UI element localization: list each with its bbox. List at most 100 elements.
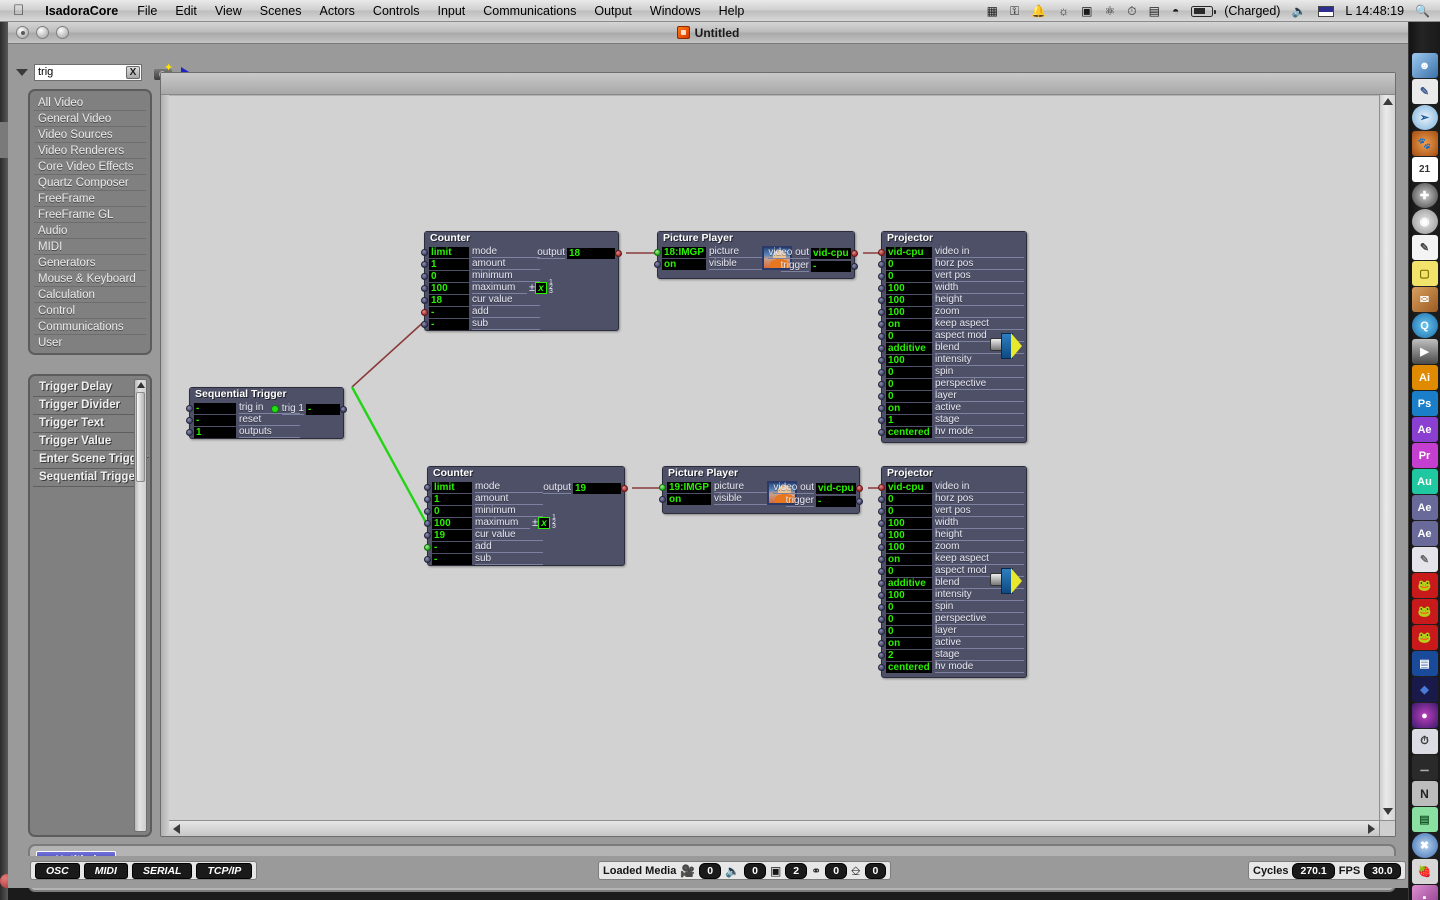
input-pin[interactable] xyxy=(424,555,431,563)
input-pin[interactable] xyxy=(878,296,885,304)
input-pin[interactable] xyxy=(424,519,431,527)
input-value[interactable]: 100 xyxy=(886,354,932,366)
output-pin[interactable] xyxy=(856,484,863,492)
input-value[interactable]: 0 xyxy=(886,390,932,402)
node-picture-player-bottom[interactable]: Picture Player 19:IMGP picture on visible … xyxy=(659,466,863,514)
input-pin[interactable] xyxy=(421,260,428,268)
output-pin[interactable] xyxy=(615,249,622,257)
input-pin[interactable] xyxy=(878,615,885,623)
input-value[interactable]: 100 xyxy=(886,541,932,553)
input-pin[interactable] xyxy=(878,344,885,352)
stickies-icon[interactable]: ▢ xyxy=(1411,261,1438,286)
output-pin[interactable] xyxy=(851,262,858,270)
input-value[interactable]: 0 xyxy=(886,493,932,505)
actor-category-list[interactable]: All Video General Video Video Sources Vi… xyxy=(28,89,152,355)
pink-app-icon[interactable]: ▪ xyxy=(1411,885,1438,900)
input-value[interactable]: 0 xyxy=(886,565,932,577)
input-pin[interactable] xyxy=(878,579,885,587)
category-mouse-keyboard[interactable]: Mouse & Keyboard xyxy=(34,271,146,287)
input-pin[interactable] xyxy=(878,651,885,659)
input-pin[interactable] xyxy=(186,416,193,424)
output-value[interactable]: 18 xyxy=(567,247,615,259)
input-pin[interactable] xyxy=(878,531,885,539)
input-pin[interactable] xyxy=(878,308,885,316)
bluetooth-icon[interactable]: ⚛ xyxy=(1098,0,1121,22)
input-value[interactable]: 0 xyxy=(886,601,932,613)
input-pin[interactable] xyxy=(421,272,428,280)
input-pin[interactable] xyxy=(424,531,431,539)
timer-icon[interactable]: ⏱ xyxy=(1411,729,1438,754)
output-pin[interactable] xyxy=(856,497,863,505)
canvas-horizontal-scrollbar[interactable] xyxy=(169,820,1379,836)
max-icon[interactable]: ▤ xyxy=(1411,651,1438,676)
input-value[interactable]: on xyxy=(886,553,932,565)
input-value[interactable]: vid-cpu xyxy=(886,481,932,493)
math-badge[interactable]: ± x 1 2 3 xyxy=(529,279,553,295)
menu-item-edit[interactable]: Edit xyxy=(166,4,206,18)
input-pin[interactable] xyxy=(878,567,885,575)
actor-list[interactable]: Trigger Delay Trigger Divider Trigger Te… xyxy=(28,374,152,837)
input-pin[interactable] xyxy=(878,507,885,515)
spreadsheet-icon[interactable]: ▤ xyxy=(1411,807,1438,832)
input-pin[interactable] xyxy=(878,428,885,436)
menu-item-actors[interactable]: Actors xyxy=(310,4,363,18)
canvas-vertical-scrollbar[interactable] xyxy=(1379,95,1395,820)
node-sequential-trigger[interactable]: Sequential Trigger - trig in - reset 1 outp… xyxy=(186,387,347,439)
bell-icon[interactable]: 🔔 xyxy=(1025,0,1052,22)
search-icon[interactable]: 🔍 xyxy=(1409,0,1440,22)
wifi-icon[interactable]: ◓ xyxy=(1166,0,1185,22)
menu-item-input[interactable]: Input xyxy=(428,4,474,18)
scroll-down-arrow-icon[interactable] xyxy=(1383,808,1393,815)
finder-icon[interactable]: ☻ xyxy=(1411,53,1438,78)
input-value[interactable]: - xyxy=(194,402,236,414)
input-pin[interactable] xyxy=(878,272,885,280)
input-pin[interactable] xyxy=(424,543,431,551)
input-value[interactable]: 0 xyxy=(886,270,932,282)
category-audio[interactable]: Audio xyxy=(34,223,146,239)
input-value[interactable]: 1 xyxy=(886,414,932,426)
output-value[interactable]: 19 xyxy=(573,482,621,494)
input-pin[interactable] xyxy=(878,543,885,551)
scroll-up-arrow-icon[interactable] xyxy=(1382,98,1393,105)
compass-icon[interactable]: ✚ xyxy=(1411,183,1438,208)
input-value[interactable]: - xyxy=(432,553,472,565)
output-value[interactable]: vid-cpu xyxy=(811,247,851,259)
actor-trigger-text[interactable]: Trigger Text xyxy=(33,415,135,433)
category-generators[interactable]: Generators xyxy=(34,255,146,271)
menu-item-scenes[interactable]: Scenes xyxy=(251,4,311,18)
node-projector-bottom[interactable]: Projector vid-cpu video in 0 horz pos 0 ver… xyxy=(878,466,1027,678)
imovie-icon[interactable]: ▶ xyxy=(1411,339,1438,364)
category-communications[interactable]: Communications xyxy=(34,319,146,335)
input-value[interactable]: 100 xyxy=(886,517,932,529)
input-pin[interactable] xyxy=(878,260,885,268)
input-value[interactable]: 0 xyxy=(429,270,469,282)
output-value[interactable]: vid-cpu xyxy=(816,482,856,494)
input-pin[interactable] xyxy=(424,483,431,491)
input-pin[interactable] xyxy=(654,260,661,268)
airport-utility-icon[interactable]: ⚿ xyxy=(1004,0,1025,22)
input-value[interactable]: 0 xyxy=(886,625,932,637)
timemachine-icon[interactable]: ⏱ xyxy=(1121,0,1142,22)
aftereffects-icon[interactable]: Ae xyxy=(1411,417,1438,442)
menu-item-controls[interactable]: Controls xyxy=(364,4,429,18)
category-video-sources[interactable]: Video Sources xyxy=(34,127,146,143)
actor-trigger-divider[interactable]: Trigger Divider xyxy=(33,397,135,415)
input-value[interactable]: additive xyxy=(886,577,932,589)
screen-sharing-icon[interactable]: ▤ xyxy=(1143,0,1166,22)
menu-clock[interactable]: L 14:48:19 xyxy=(1340,4,1409,18)
input-pin[interactable] xyxy=(878,591,885,599)
pages-icon[interactable]: ✎ xyxy=(1411,547,1438,572)
input-pin[interactable] xyxy=(186,404,193,412)
category-calculation[interactable]: Calculation xyxy=(34,287,146,303)
input-pin[interactable] xyxy=(659,495,666,503)
input-value[interactable]: 18:IMGP xyxy=(662,246,706,258)
category-video-renderers[interactable]: Video Renderers xyxy=(34,143,146,159)
math-badge[interactable]: ± x 1 2 3 xyxy=(532,514,556,530)
protocol-midi[interactable]: MIDI xyxy=(83,862,128,879)
input-pin[interactable] xyxy=(421,296,428,304)
ical-icon[interactable]: 21 xyxy=(1411,157,1438,182)
menu-app-name[interactable]: IsadoraCore xyxy=(35,4,128,18)
input-pin[interactable] xyxy=(424,507,431,515)
category-core-video-effects[interactable]: Core Video Effects xyxy=(34,159,146,175)
input-value[interactable]: 0 xyxy=(886,613,932,625)
